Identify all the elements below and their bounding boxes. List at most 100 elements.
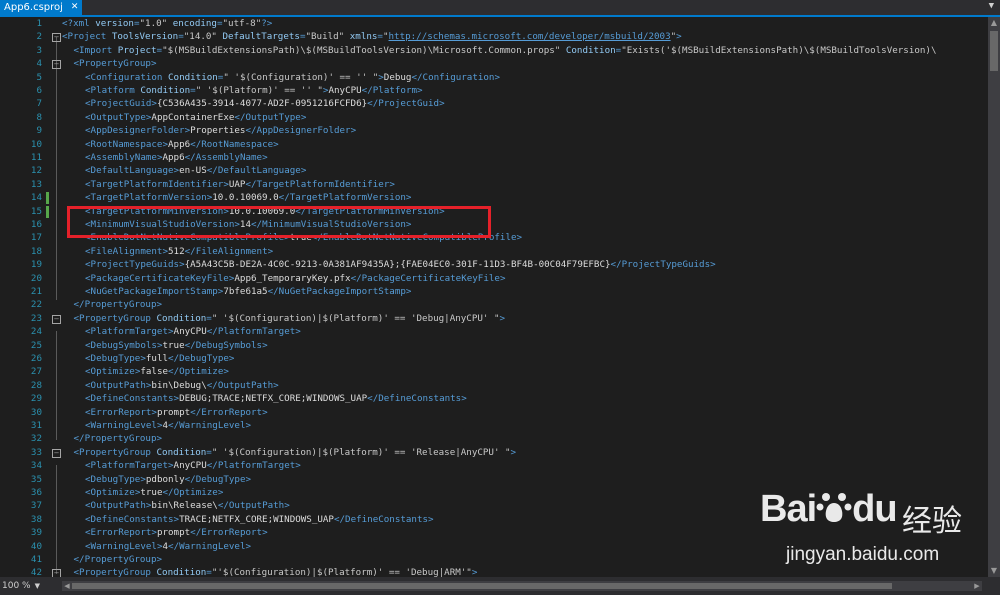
xml-token: AssemblyName — [195, 152, 263, 163]
xml-token: > — [156, 554, 163, 565]
code-line[interactable]: 1 <?xml version="1.0" encoding="utf-8"?> — [0, 17, 988, 30]
code-line[interactable]: 4− <PropertyGroup> — [0, 57, 988, 70]
code-line[interactable]: 33− <PropertyGroup Condition=" '$(Configu… — [0, 446, 988, 459]
xml-token: Condition — [162, 71, 218, 83]
xml-token: </ — [190, 138, 202, 150]
line-number: 28 — [30, 379, 42, 391]
code-line[interactable]: 9 <AppDesignerFolder>Properties</AppDesig… — [0, 124, 988, 137]
xml-token: > — [499, 312, 506, 324]
scroll-left-icon[interactable]: ◀ — [62, 581, 72, 591]
code-line[interactable]: 20 <PackageCertificateKeyFile>App6_Tempor… — [0, 272, 988, 285]
zoom-level[interactable]: 100 % ▼ — [2, 579, 40, 593]
xml-token: </ — [206, 326, 218, 338]
collapse-icon[interactable]: − — [52, 314, 61, 324]
code-line[interactable]: 13 <TargetPlatformIdentifier>UAP</TargetP… — [0, 178, 988, 191]
xml-token: version — [89, 18, 134, 29]
code-line[interactable]: 30 <ErrorReport>prompt</ErrorReport> — [0, 406, 988, 419]
xml-token: {A5A43C5B-DE2A-4C0C-9213-0A381AF9435A};{… — [184, 259, 611, 271]
line-number: 5 — [36, 71, 42, 83]
xml-token: PropertyGroup — [84, 299, 157, 311]
line-number: 3 — [36, 44, 42, 56]
code-line[interactable]: 34 <PlatformTarget>AnyCPU</PlatformTarget… — [0, 459, 988, 472]
xml-token: > — [494, 71, 500, 83]
line-number: 7 — [36, 98, 42, 110]
xml-token: DefineConstants — [90, 513, 174, 525]
code-text: <RootNamespace>App6</RootNamespace> — [85, 138, 279, 151]
xml-token: > — [273, 138, 279, 150]
xml-token: App6_TemporaryKey.pfx — [234, 272, 351, 284]
code-line[interactable]: 3 <Import Project="$(MSBuildExtensionsPat… — [0, 44, 988, 57]
xml-token: Optimize — [90, 487, 135, 498]
code-line[interactable]: 26 <DebugType>full</DebugType> — [0, 352, 988, 365]
xml-token: > — [676, 31, 682, 43]
code-line[interactable]: 10 <RootNamespace>App6</RootNamespace> — [0, 138, 988, 151]
collapse-icon[interactable]: − — [52, 569, 61, 577]
code-text: <Optimize>true</Optimize> — [85, 486, 223, 499]
code-line[interactable]: 23− <PropertyGroup Condition=" '$(Configu… — [0, 312, 988, 325]
xml-token: encoding — [167, 18, 217, 29]
code-line[interactable]: 28 <OutputPath>bin\Debug\</OutputPath> — [0, 379, 988, 392]
xml-token: </ — [350, 272, 362, 284]
code-line[interactable]: 6 <Platform Condition=" '$(Platform)' == … — [0, 84, 988, 97]
xml-token: </ — [184, 339, 196, 351]
scroll-up-icon[interactable]: ▲ — [988, 17, 1000, 29]
xml-token[interactable]: http://schemas.microsoft.com/developer/m… — [389, 31, 671, 42]
xml-token: TargetPlatformIdentifier — [90, 178, 224, 190]
xml-token: </ — [184, 245, 196, 257]
watermark-url: jingyan.baidu.com — [786, 544, 940, 565]
document-tab[interactable]: App6.csproj ✕ — [0, 0, 83, 15]
code-line[interactable]: 32 </PropertyGroup> — [0, 432, 988, 445]
code-line[interactable]: 27 <Optimize>false</Optimize> — [0, 365, 988, 378]
xml-token: App6 — [162, 152, 185, 163]
code-line[interactable]: 7 <ProjectGuid>{C536A435-3914-4077-AD2F-0… — [0, 97, 988, 110]
code-line[interactable]: 8 <OutputType>AppContainerExe</OutputType… — [0, 111, 988, 124]
code-line[interactable]: 25 <DebugSymbols>true</DebugSymbols> — [0, 339, 988, 352]
xml-token: </ — [367, 393, 379, 405]
code-line[interactable]: 19 <ProjectTypeGuids>{A5A43C5B-DE2A-4C0C-… — [0, 258, 988, 271]
watermark-logo-right: du — [852, 488, 897, 530]
code-line[interactable]: 5 <Configuration Condition=" '$(Configura… — [0, 71, 988, 84]
code-line[interactable]: 12 <DefaultLanguage>en-US</DefaultLanguag… — [0, 164, 988, 177]
xml-token: PlatformTarget — [90, 460, 168, 472]
chevron-down-icon[interactable]: ▼ — [989, 1, 994, 11]
code-line[interactable]: 2− <Project ToolsVersion="14.0" DefaultTa… — [0, 30, 988, 43]
code-text: <OutputPath>bin\Release\</OutputPath> — [85, 499, 290, 512]
line-number: 4 — [36, 58, 42, 70]
chevron-down-icon[interactable]: ▼ — [35, 582, 40, 590]
code-text: <DefineConstants>TRACE;NETFX_CORE;WINDOW… — [85, 513, 434, 526]
close-icon[interactable]: ✕ — [71, 0, 79, 15]
line-number: 17 — [30, 232, 42, 244]
xml-token: en-US — [179, 165, 207, 177]
code-line[interactable]: 22 </PropertyGroup> — [0, 298, 988, 311]
line-number: 32 — [30, 433, 42, 445]
xml-token: Condition — [560, 44, 616, 56]
xml-token: </ — [162, 487, 174, 498]
xml-token: " '$(Configuration)' == '' " — [223, 71, 379, 83]
code-line[interactable]: 24 <PlatformTarget>AnyCPU</PlatformTarget… — [0, 325, 988, 338]
code-text: <Optimize>false</Optimize> — [85, 365, 229, 378]
code-line[interactable]: 11 <AssemblyName>App6</AssemblyName> — [0, 151, 988, 164]
xml-token: OutputPath — [228, 500, 285, 512]
xml-token: TargetPlatformVersion — [90, 192, 207, 204]
xml-token: > — [223, 366, 229, 378]
xml-token: > — [262, 339, 268, 351]
line-number: 41 — [30, 554, 42, 565]
xml-token: > — [262, 152, 268, 163]
xml-token: > — [350, 125, 357, 137]
code-line[interactable]: 18 <FileAlignment>512</FileAlignment> — [0, 245, 988, 258]
collapse-icon[interactable]: − — [52, 60, 61, 70]
xml-token: </ — [190, 406, 202, 418]
xml-token: > — [710, 259, 716, 271]
xml-token: Configuration — [422, 71, 495, 83]
xml-token: ErrorReport — [201, 406, 263, 418]
scrollbar-thumb[interactable] — [990, 31, 998, 71]
code-line[interactable]: 31 <WarningLevel>4</WarningLevel> — [0, 419, 988, 432]
code-line[interactable]: 14 <TargetPlatformVersion>10.0.10069.0</T… — [0, 191, 988, 205]
code-line[interactable]: 35 <DebugType>pdbonly</DebugType> — [0, 473, 988, 486]
code-line[interactable]: 21 <NuGetPackageImportStamp>7bfe61a5</NuG… — [0, 285, 988, 298]
document-tab-strip: App6.csproj ✕ ▼ — [0, 0, 1000, 17]
code-line[interactable]: 29 <DefineConstants>DEBUG;TRACE;NETFX_COR… — [0, 392, 988, 405]
collapse-icon[interactable]: − — [52, 33, 61, 43]
collapse-icon[interactable]: − — [52, 448, 61, 458]
xml-token: Condition — [134, 85, 191, 96]
